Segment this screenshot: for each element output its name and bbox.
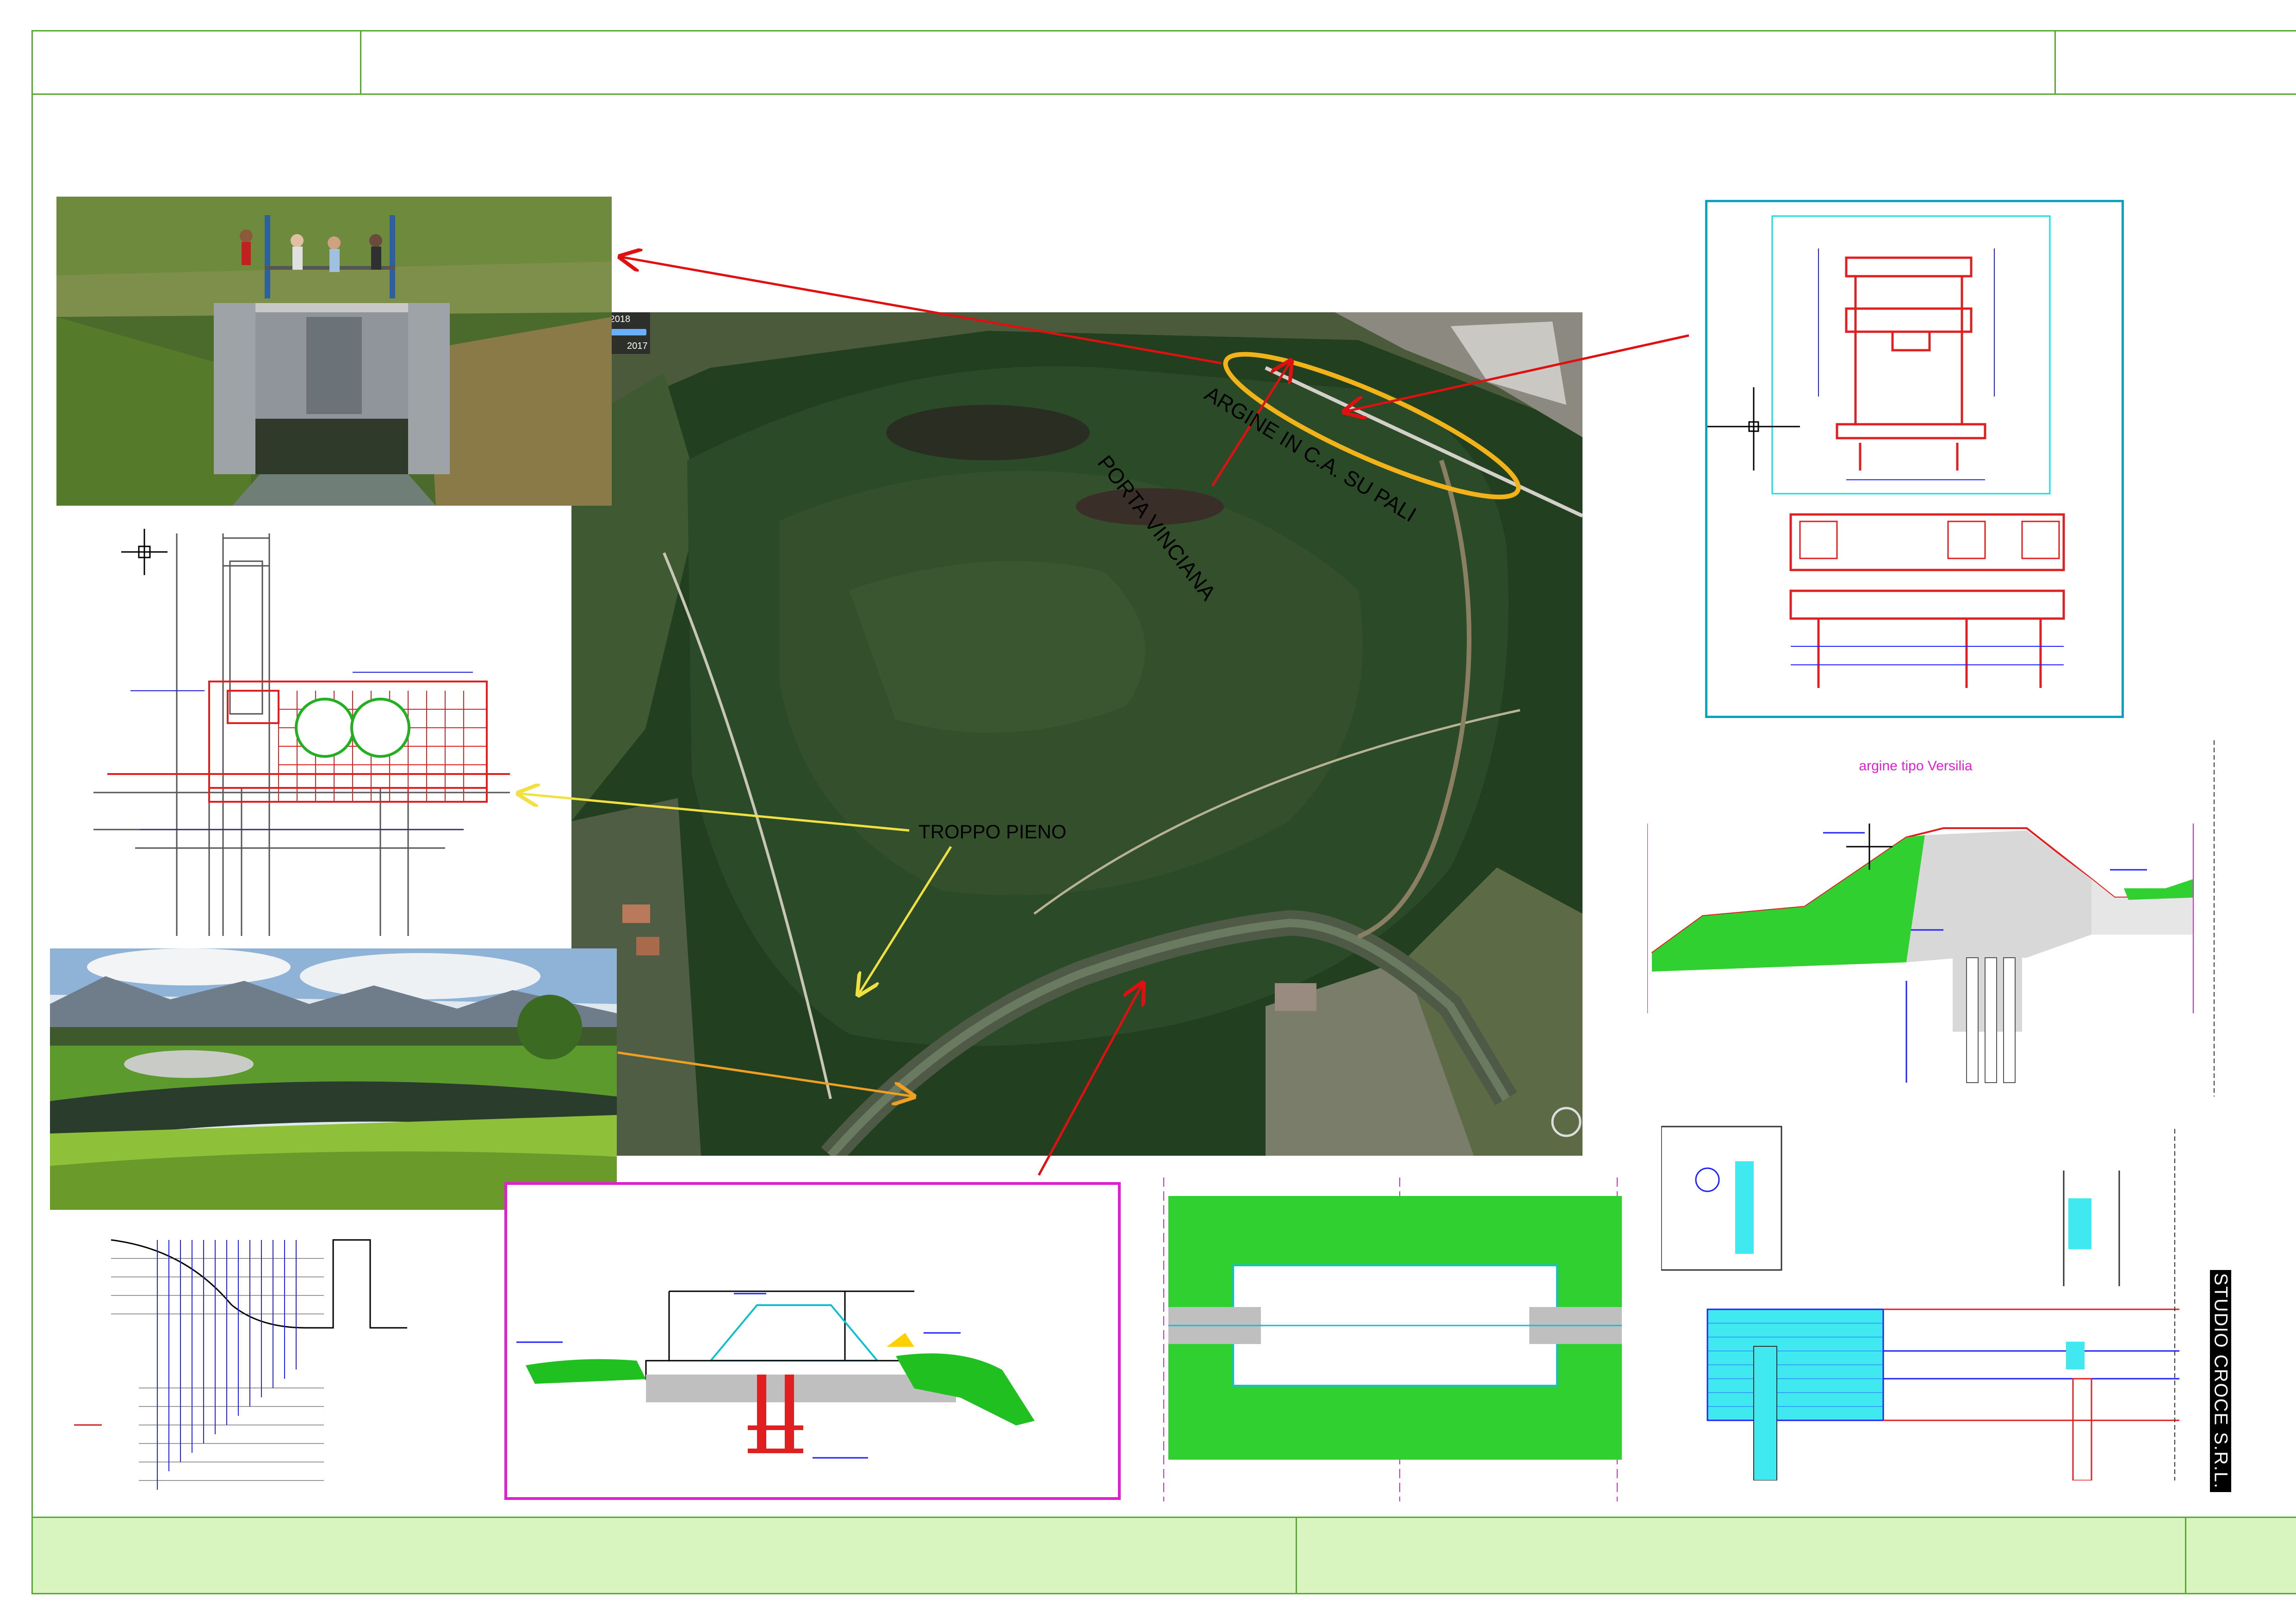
arrow-to-sluice-photo [620,257,1222,365]
arrow-troppo-pieno-left [518,793,910,832]
arrow-troppo-pieno-down [858,846,952,995]
arrow-from-bridge-drawing [1344,334,1689,412]
arrow-from-meadow-photo [617,1051,914,1096]
label-porta-vinciana: PORTA VINCIANA [1093,451,1221,605]
annotation-overlay: ARGINE IN C.A. SU PALI PORTA VINCIANA TR… [0,0,1689,1176]
arrow-from-embankment-drawing [1037,983,1143,1176]
label-troppo-pieno: TROPPO PIENO [918,821,1067,842]
drawing-sheet: { "sheet": { "studio": "STUDIO CROCE S.R… [0,0,2296,1623]
